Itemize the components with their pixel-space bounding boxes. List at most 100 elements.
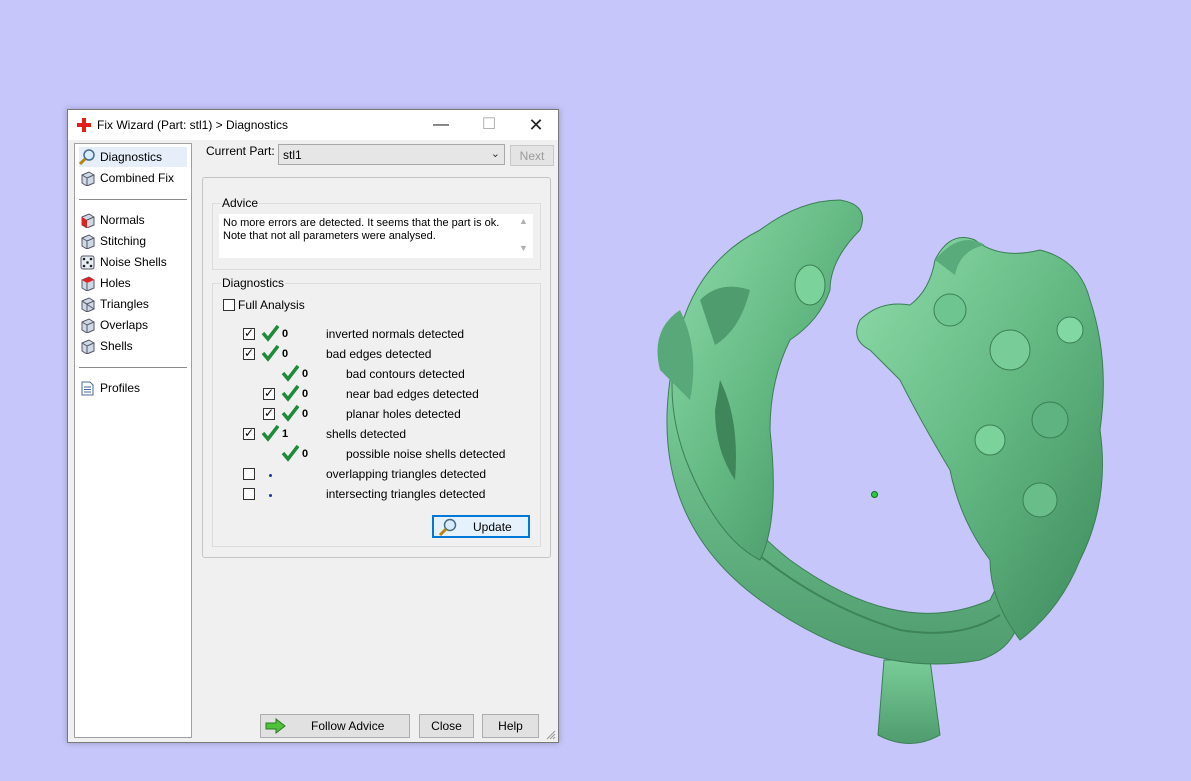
sidebar-item-normals[interactable]: Normals xyxy=(79,210,187,230)
row-checkbox[interactable] xyxy=(243,488,255,500)
sidebar-item-overlaps[interactable]: Overlaps xyxy=(79,315,187,335)
window-title: Fix Wizard (Part: stl1) > Diagnostics xyxy=(97,118,289,132)
sidebar-item-label: Profiles xyxy=(100,381,141,395)
close-window-button[interactable]: ✕ xyxy=(513,110,559,140)
row-checkbox[interactable]: ✓ xyxy=(263,386,275,400)
cube-red-icon xyxy=(79,275,96,292)
row-checkbox[interactable]: ✓ xyxy=(243,346,255,360)
row-count: 0 xyxy=(302,448,309,460)
pending-dot-icon xyxy=(269,494,272,497)
row-checkbox[interactable]: ✓ xyxy=(243,326,255,340)
sidebar-item-stitching[interactable]: Stitching xyxy=(79,231,187,251)
green-tick-icon xyxy=(281,364,299,382)
row-label: overlapping triangles detected xyxy=(326,467,487,481)
checkmark-icon: ✓ xyxy=(264,386,275,400)
row-count: 0 xyxy=(302,408,309,420)
update-button-label: Update xyxy=(473,520,512,534)
row-label: intersecting triangles detected xyxy=(326,487,486,501)
cube-red-icon xyxy=(79,212,96,229)
diagnostics-group: Diagnostics Full Analysis ✓ 0 inverted n… xyxy=(212,276,541,547)
current-part-label: Current Part: xyxy=(206,144,275,158)
row-count: 0 xyxy=(302,368,309,380)
sidebar-item-combined-fix[interactable]: Combined Fix xyxy=(79,168,187,188)
row-label: bad edges detected xyxy=(326,347,432,361)
dice-icon xyxy=(79,254,96,271)
row-checkbox[interactable] xyxy=(243,468,255,480)
advice-text-box: No more errors are detected. It seems th… xyxy=(219,214,533,258)
wizard-sidebar: Diagnostics Combined Fix Normals Stitchi… xyxy=(74,143,192,738)
help-button[interactable]: Help xyxy=(482,714,539,738)
sidebar-item-label: Overlaps xyxy=(100,318,149,332)
row-count: 0 xyxy=(282,348,289,360)
row-label: bad contours detected xyxy=(346,367,465,381)
maximize-button[interactable]: ☐ xyxy=(466,110,512,140)
cube-icon xyxy=(79,338,96,355)
checkmark-icon: ✓ xyxy=(264,406,275,420)
red-cross-icon xyxy=(77,118,91,132)
sidebar-item-label: Shells xyxy=(100,339,133,353)
sidebar-item-label: Diagnostics xyxy=(100,150,163,164)
sidebar-item-shells[interactable]: Shells xyxy=(79,336,187,356)
row-label: inverted normals detected xyxy=(326,327,465,341)
sidebar-item-label: Combined Fix xyxy=(100,171,175,185)
diagnostics-title: Diagnostics xyxy=(221,276,286,290)
resize-grip-icon[interactable] xyxy=(546,730,556,740)
green-tick-icon xyxy=(281,444,299,462)
diagnostics-panel: Advice No more errors are detected. It s… xyxy=(202,177,551,558)
title-bar[interactable]: Fix Wizard (Part: stl1) > Diagnostics — … xyxy=(68,110,558,140)
sidebar-item-label: Triangles xyxy=(100,297,149,311)
cube-icon xyxy=(79,296,96,313)
full-analysis-label: Full Analysis xyxy=(238,298,305,312)
pending-dot-icon xyxy=(269,474,272,477)
row-checkbox[interactable]: ✓ xyxy=(243,426,255,440)
minimize-button[interactable]: — xyxy=(418,110,464,140)
cube-icon xyxy=(79,317,96,334)
sidebar-item-label: Holes xyxy=(100,276,131,290)
close-button[interactable]: Close xyxy=(419,714,474,738)
sidebar-item-noise-shells[interactable]: Noise Shells xyxy=(79,252,187,272)
magnifier-icon xyxy=(438,518,457,536)
advice-line: No more errors are detected. It seems th… xyxy=(223,217,500,229)
checkmark-icon: ✓ xyxy=(244,326,255,340)
sidebar-item-label: Stitching xyxy=(100,234,147,248)
current-part-select[interactable]: stl1 ⌄ xyxy=(278,144,505,165)
sidebar-item-profiles[interactable]: Profiles xyxy=(79,378,187,398)
next-button[interactable]: Next xyxy=(510,145,554,166)
sidebar-item-triangles[interactable]: Triangles xyxy=(79,294,187,314)
follow-advice-button[interactable]: Follow Advice xyxy=(260,714,410,738)
row-count: 0 xyxy=(282,328,289,340)
arrow-right-icon xyxy=(265,718,286,734)
cube-icon xyxy=(79,170,96,187)
green-tick-icon xyxy=(261,424,279,442)
row-checkbox[interactable]: ✓ xyxy=(263,406,275,420)
row-count: 1 xyxy=(282,428,289,440)
sidebar-item-diagnostics[interactable]: Diagnostics xyxy=(79,147,187,167)
pivot-point-icon xyxy=(871,491,878,498)
green-tick-icon xyxy=(261,344,279,362)
advice-scrollbar[interactable]: ▲ ▼ xyxy=(517,214,530,258)
green-tick-icon xyxy=(281,404,299,422)
row-label: shells detected xyxy=(326,427,407,441)
magnifier-icon xyxy=(79,148,96,166)
sidebar-divider xyxy=(79,199,187,200)
document-icon xyxy=(79,380,96,397)
row-count: 0 xyxy=(302,388,309,400)
advice-group: Advice No more errors are detected. It s… xyxy=(212,196,541,270)
chevron-down-icon: ⌄ xyxy=(490,148,500,160)
cube-icon xyxy=(79,233,96,250)
sidebar-item-label: Normals xyxy=(100,213,145,227)
sidebar-divider xyxy=(79,367,187,368)
update-button[interactable]: Update xyxy=(432,515,530,538)
advice-title: Advice xyxy=(221,196,260,210)
follow-advice-label: Follow Advice xyxy=(311,719,385,733)
advice-line: Note that not all parameters were analys… xyxy=(223,230,436,242)
sidebar-item-label: Noise Shells xyxy=(100,255,167,269)
row-label: planar holes detected xyxy=(346,407,461,421)
current-part-value: stl1 xyxy=(283,148,302,162)
full-analysis-checkbox[interactable] xyxy=(223,299,235,311)
checkmark-icon: ✓ xyxy=(244,426,255,440)
fix-wizard-window: Fix Wizard (Part: stl1) > Diagnostics — … xyxy=(67,109,559,743)
row-label: near bad edges detected xyxy=(346,387,479,401)
sidebar-item-holes[interactable]: Holes xyxy=(79,273,187,293)
row-label: possible noise shells detected xyxy=(346,447,506,461)
